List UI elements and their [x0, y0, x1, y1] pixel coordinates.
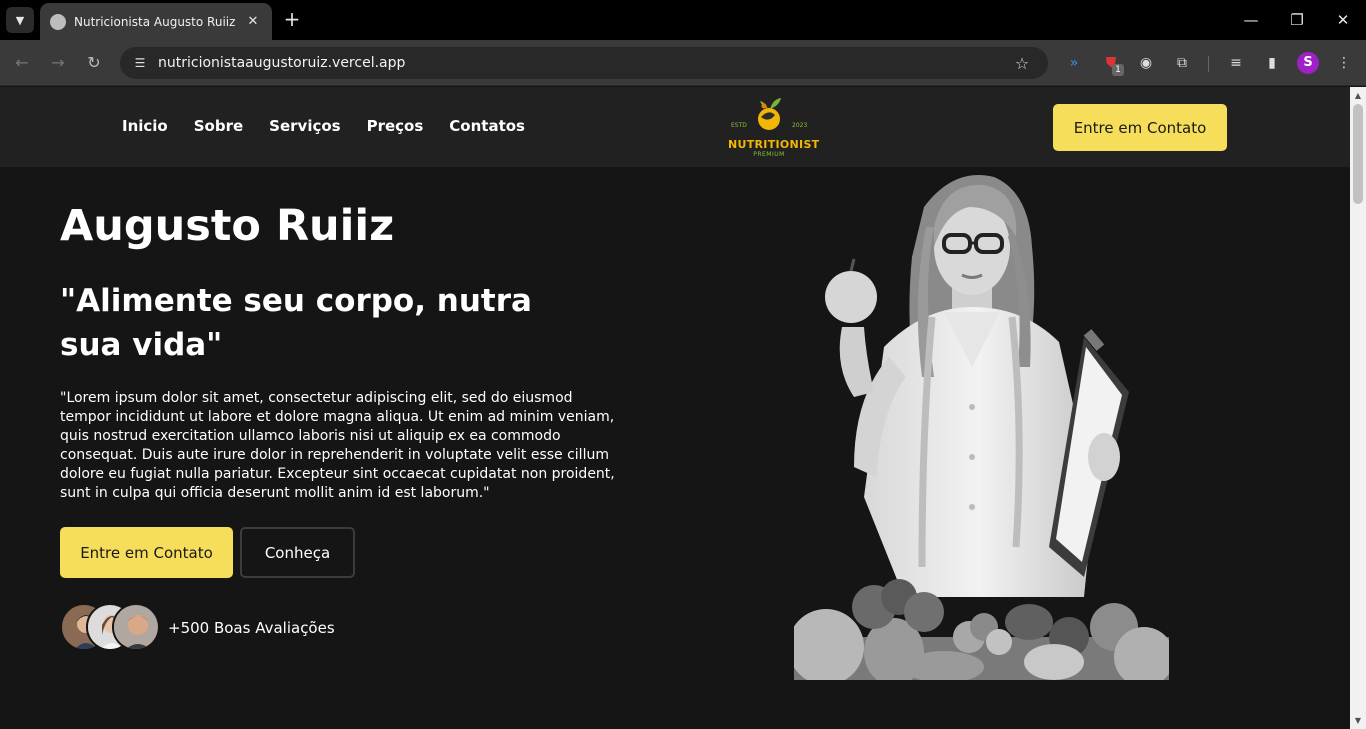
web-page: Inicio Sobre Serviços Preços Contatos ES…	[0, 87, 1350, 729]
tab-close-icon[interactable]: ✕	[244, 14, 262, 29]
ublock-extension-icon[interactable]: ⛊ 1	[1100, 52, 1124, 76]
nutritionist-photo	[794, 167, 1169, 680]
owl-extension-icon[interactable]: ◉	[1135, 52, 1157, 74]
scroll-down-arrow-icon[interactable]: ▼	[1350, 716, 1366, 725]
nav-link-sobre[interactable]: Sobre	[194, 117, 243, 135]
site-header: Inicio Sobre Serviços Preços Contatos ES…	[0, 87, 1350, 167]
scrollbar-thumb[interactable]	[1353, 104, 1363, 204]
extension-badge: 1	[1112, 64, 1124, 76]
bookmark-star-icon[interactable]: ☆	[1010, 54, 1034, 73]
nav-link-contatos[interactable]: Contatos	[449, 117, 525, 135]
reload-icon[interactable]: ↻	[82, 51, 106, 75]
address-bar[interactable]: ☰ nutricionistaaugustoruiz.vercel.app ☆	[120, 47, 1048, 79]
fruit-logo-icon	[758, 98, 781, 130]
site-settings-icon[interactable]: ☰	[130, 56, 150, 70]
hero-name: Augusto Ruiiz	[60, 201, 395, 251]
hero-tagline: "Alimente seu corpo, nutra sua vida"	[60, 283, 532, 363]
tab-search-chevron-icon[interactable]: ▼	[6, 7, 34, 33]
browser-toolbar: ← → ↻ ☰ nutricionistaaugustoruiz.vercel.…	[0, 40, 1366, 86]
logo-estd: ESTD	[731, 122, 747, 129]
main-nav: Inicio Sobre Serviços Preços Contatos	[122, 117, 525, 135]
review-avatars	[60, 603, 160, 653]
reviews-summary: +500 Boas Avaliações	[60, 603, 335, 653]
media-controls-icon[interactable]: ≡	[1225, 52, 1247, 74]
url-text[interactable]: nutricionistaaugustoruiz.vercel.app	[158, 55, 1010, 71]
wifi-extension-icon[interactable]: »	[1063, 52, 1085, 74]
logo-sub: PREMIUM	[753, 151, 785, 158]
restore-button[interactable]: ❐	[1274, 8, 1320, 32]
reviews-count-text: +500 Boas Avaliações	[168, 619, 335, 637]
site-logo[interactable]: ESTD 2023 NUTRITIONIST PREMIUM	[728, 93, 820, 161]
browser-tab-bar: ▼ Nutricionista Augusto Ruiiz Port ✕ + —…	[0, 0, 1366, 40]
browser-tab[interactable]: Nutricionista Augusto Ruiiz Port ✕	[40, 3, 272, 40]
nav-link-inicio[interactable]: Inicio	[122, 117, 168, 135]
nav-link-servicos[interactable]: Serviços	[269, 117, 340, 135]
more-menu-icon[interactable]: ⋮	[1333, 52, 1355, 74]
hero-learn-more-button[interactable]: Conheça	[240, 527, 355, 578]
review-avatar-3	[112, 603, 160, 651]
side-panel-icon[interactable]: ▮	[1261, 52, 1283, 74]
scroll-up-arrow-icon[interactable]: ▲	[1350, 91, 1366, 100]
hero-description: "Lorem ipsum dolor sit amet, consectetur…	[60, 390, 615, 501]
globe-icon	[50, 13, 66, 30]
hero-contact-button[interactable]: Entre em Contato	[60, 527, 233, 578]
profile-avatar[interactable]: S	[1297, 52, 1319, 74]
logo-year: 2023	[792, 122, 808, 129]
header-contact-button[interactable]: Entre em Contato	[1053, 104, 1227, 151]
puzzle-extensions-icon[interactable]: ⧉	[1171, 52, 1193, 74]
new-tab-button[interactable]: +	[280, 8, 304, 32]
minimize-button[interactable]: —	[1228, 8, 1274, 32]
back-arrow-icon[interactable]: ←	[10, 51, 34, 75]
page-scrollbar[interactable]: ▲ ▼	[1350, 87, 1366, 729]
nav-link-precos[interactable]: Preços	[367, 117, 424, 135]
tab-title: Nutricionista Augusto Ruiiz Port	[74, 14, 238, 29]
window-close-button[interactable]: ✕	[1320, 8, 1366, 32]
toolbar-divider	[1208, 56, 1209, 72]
forward-arrow-icon[interactable]: →	[46, 51, 70, 75]
logo-brand: NUTRITIONIST	[728, 138, 820, 151]
